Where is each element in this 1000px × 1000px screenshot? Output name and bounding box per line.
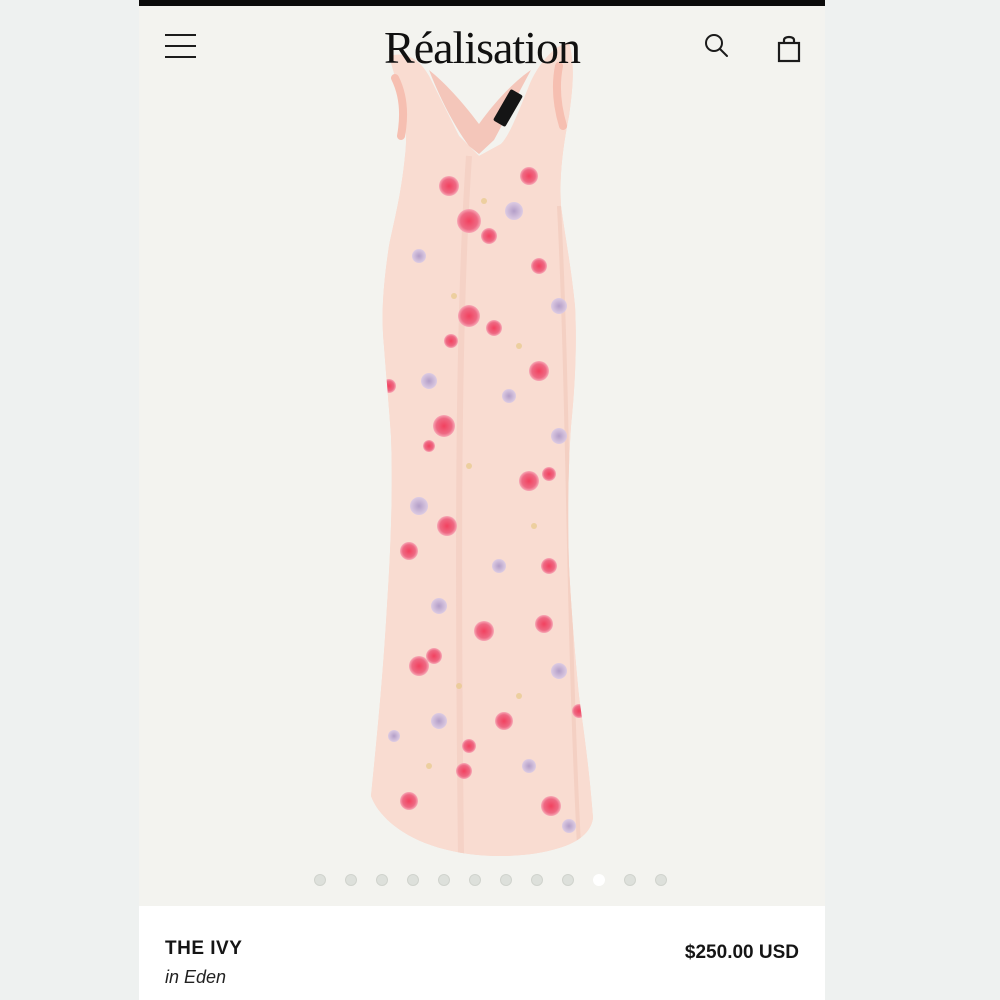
product-image[interactable] — [139, 6, 825, 906]
product-info: THE IVY in Eden $250.00 USD — [139, 906, 825, 1000]
gallery-dot[interactable] — [499, 874, 512, 886]
product-gallery[interactable] — [139, 6, 825, 906]
gallery-dot-active[interactable] — [592, 874, 605, 886]
site-header: Réalisation — [139, 6, 825, 90]
shopping-bag-icon[interactable] — [775, 34, 803, 64]
gallery-dot[interactable] — [344, 874, 357, 886]
gallery-pagination — [139, 874, 825, 890]
product-price: $250.00 USD — [684, 942, 799, 963]
gallery-dot[interactable] — [406, 874, 419, 886]
gallery-dot[interactable] — [561, 874, 574, 886]
product-name: THE IVY — [165, 938, 243, 959]
gallery-dot[interactable] — [437, 874, 450, 886]
gallery-dot[interactable] — [654, 874, 667, 886]
phone-screen: Réalisation THE IVY in Eden $250.00 USD — [139, 0, 825, 1000]
product-color: in Eden — [165, 967, 227, 987]
search-icon[interactable] — [703, 32, 731, 60]
gallery-dot[interactable] — [468, 874, 481, 886]
gallery-dot[interactable] — [313, 874, 326, 886]
gallery-dot[interactable] — [530, 874, 543, 886]
gallery-dot[interactable] — [375, 874, 388, 886]
gallery-dot[interactable] — [623, 874, 636, 886]
